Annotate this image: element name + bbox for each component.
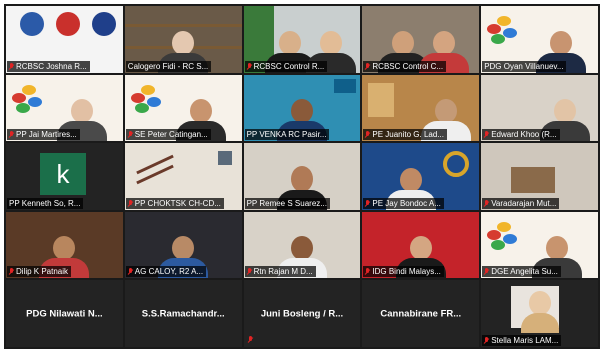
rotary-flower-logo <box>130 84 169 115</box>
participant-name-label: SE Peter Catingan... <box>125 129 211 141</box>
mic-muted-icon <box>9 268 14 275</box>
rotary-wheel-logo <box>443 151 470 178</box>
participant-name-label: PDG Oyan Villanuev... <box>482 60 567 72</box>
participant-name-label: Stella Maris LAM... <box>482 334 562 346</box>
rotary-flower-logo <box>12 84 50 115</box>
participant-name-label: PP VENKA RC Pasir... <box>244 129 330 141</box>
rotary-flower-logo <box>487 16 525 46</box>
mic-muted-icon <box>365 268 370 275</box>
video-tile-off[interactable]: S.S.Ramachandr... <box>124 280 242 347</box>
participant-name-label: RCBSC Control R... <box>244 60 328 72</box>
mic-muted-icon <box>128 199 133 207</box>
video-tile-active-speaker[interactable]: PDG Oyan Villanuev... <box>481 6 598 73</box>
participant-name-label: RCBSC Joshna R... <box>7 60 90 72</box>
video-tile-off[interactable]: PDG Nilawati N... <box>6 280 123 347</box>
mic-muted-icon <box>247 62 252 70</box>
participant-name-label: PP Kenneth So, R... <box>7 197 84 209</box>
participant-name-label: RCBSC Control C... <box>363 60 447 72</box>
gallery-grid: RCBSC Joshna R... Calogero Fidi - RC S..… <box>4 4 600 349</box>
participant-name-label: DGE Angelita Su... <box>482 266 561 278</box>
video-tile[interactable]: Varadarajan Mut... <box>481 143 598 210</box>
mic-muted-icon <box>484 268 489 275</box>
mic-muted-icon <box>484 131 489 138</box>
video-tile-avatar[interactable]: k PP Kenneth So, R... <box>6 143 123 210</box>
participant-name-center: Cannabirane FR... <box>380 308 462 320</box>
participant-name-label: PE Juanito G. Lad... <box>363 129 447 141</box>
video-tile-off[interactable]: Cannabirane FR... <box>362 280 480 347</box>
participant-name-label: Varadarajan Mut... <box>482 197 560 209</box>
participant-name-label: PP CHOKTSK CH-CD... <box>125 197 224 209</box>
participant-name-center: PDG Nilawati N... <box>26 308 103 320</box>
video-tile[interactable]: AG CALOY, R2 A... <box>124 211 242 279</box>
video-tile[interactable]: IDG Bindi Malays... <box>362 211 480 279</box>
video-tile[interactable]: SE Peter Catingan... <box>124 74 242 142</box>
video-tile[interactable]: DGE Angelita Su... <box>481 211 598 279</box>
video-tile[interactable]: PP CHOKTSK CH-CD... <box>124 143 242 210</box>
video-tile[interactable]: Calogero Fidi - RC S... <box>124 6 242 73</box>
participant-name-label: PP Remee S Suarez... <box>244 197 330 209</box>
video-tile-off[interactable]: Juni Bosleng / R... <box>243 280 361 347</box>
participant-name-center: Juni Bosleng / R... <box>260 308 344 320</box>
mic-muted-icon <box>128 268 133 275</box>
participant-avatar: k <box>40 153 86 196</box>
mic-muted-icon <box>9 131 14 138</box>
video-tile[interactable]: Edward Khoo (R... <box>481 74 598 142</box>
mic-muted-icon <box>365 131 370 138</box>
mic-muted-icon <box>365 62 370 70</box>
mic-muted-icon <box>247 268 252 275</box>
video-tile[interactable]: RCBSC Control C... <box>362 6 480 73</box>
participant-name-label: Dilip K Patnaik <box>7 266 72 278</box>
mic-muted-icon <box>365 199 370 207</box>
participant-name-label: PE Jay Bondoc A... <box>363 197 444 209</box>
video-tile[interactable]: PP Jai Martires... <box>6 74 123 142</box>
participant-name-label: Calogero Fidi - RC S... <box>125 60 212 72</box>
participant-name-label: PP Jai Martires... <box>7 129 80 141</box>
video-tile[interactable]: PE Jay Bondoc A... <box>362 143 480 210</box>
participant-name-label: Rtn Rajan M D... <box>244 266 316 278</box>
video-tile[interactable]: Stella Maris LAM... <box>481 280 598 347</box>
video-tile[interactable]: RCBSC Control R... <box>243 6 361 73</box>
rotary-flower-logo <box>487 221 525 252</box>
mic-muted-icon <box>484 336 489 344</box>
mic-muted-icon <box>484 199 489 207</box>
participant-name-label: Edward Khoo (R... <box>482 129 560 141</box>
mic-muted-icon <box>9 62 14 70</box>
video-tile[interactable]: PP Remee S Suarez... <box>243 143 361 210</box>
video-tile[interactable]: Dilip K Patnaik <box>6 211 123 279</box>
video-tile[interactable]: PP VENKA RC Pasir... <box>243 74 361 142</box>
video-tile[interactable]: RCBSC Joshna R... <box>6 6 123 73</box>
mic-muted-icon <box>248 335 253 343</box>
video-tile[interactable]: Rtn Rajan M D... <box>243 211 361 279</box>
participant-name-center: S.S.Ramachandr... <box>141 308 225 320</box>
video-tile[interactable]: PE Juanito G. Lad... <box>362 74 480 142</box>
mic-muted-icon <box>128 131 133 138</box>
participant-name-label: AG CALOY, R2 A... <box>125 266 207 278</box>
participant-name-label: IDG Bindi Malays... <box>363 266 444 278</box>
